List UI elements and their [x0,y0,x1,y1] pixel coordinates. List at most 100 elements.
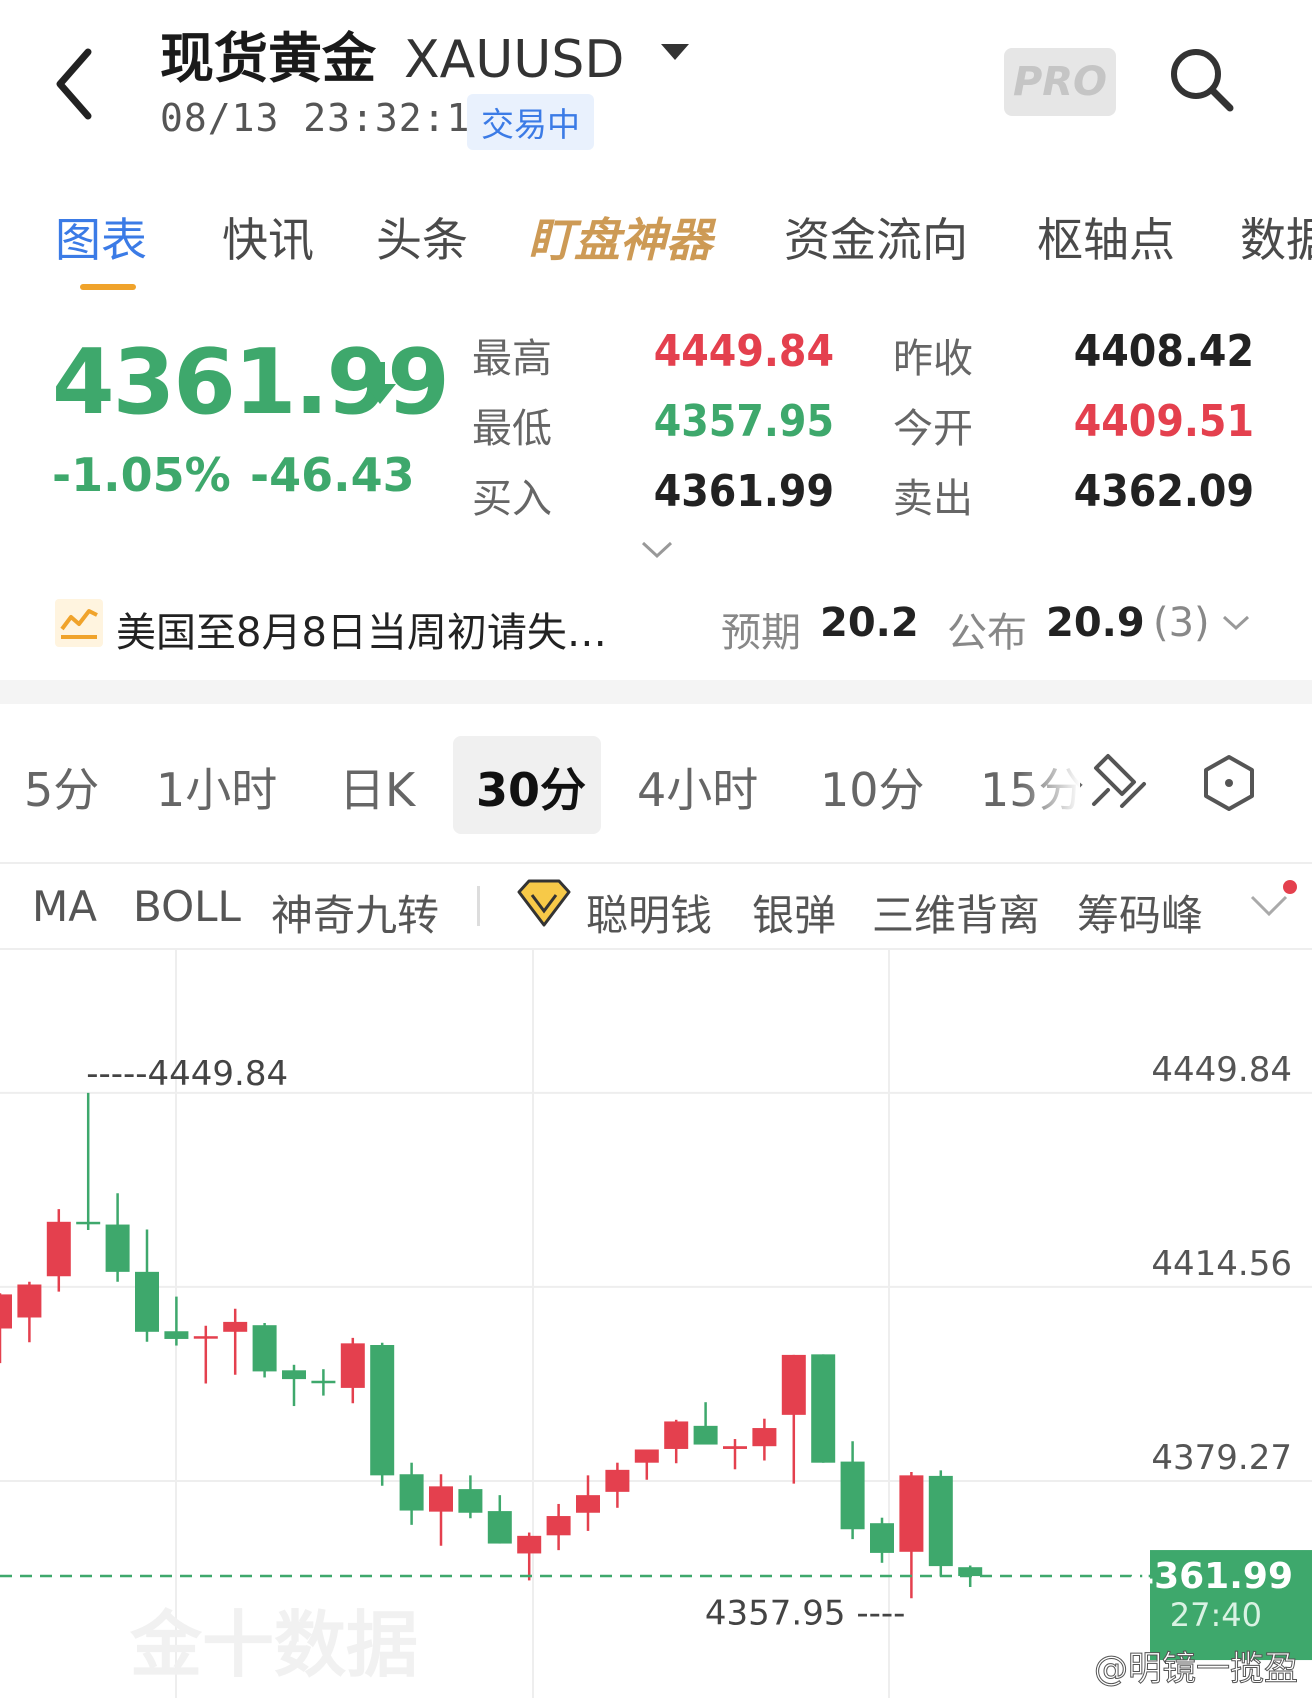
candle-body [458,1489,483,1513]
high-marker-label: -----4449.84 [86,1054,288,1094]
candle-body [76,1221,101,1225]
y-axis-tick-label: 4379.27 [1151,1438,1292,1478]
notification-dot [1283,880,1297,894]
period-10min[interactable]: 10分 [820,754,925,820]
candle-body [605,1469,630,1492]
actual-value: 20.9 [1046,600,1145,646]
low-label: 最低 [472,406,552,452]
candle-body [311,1380,336,1384]
instrument-symbol: XAUUSD [404,30,625,90]
event-count[interactable]: (3) [1153,600,1210,646]
candle-body [282,1370,306,1380]
candle-body [46,1221,71,1277]
period-daily[interactable]: 日K [339,754,415,820]
search-icon[interactable] [1166,44,1238,116]
prev-close-label: 昨收 [893,336,973,382]
candlestick-chart[interactable]: 金十数据 4449.84 4414.56 4379.27 -----4449.84 43… [0,950,1312,1698]
indicator-td-sequential[interactable]: 神奇九转 [271,882,439,943]
trading-status-badge: 交易中 [467,94,594,150]
expected-value: 20.2 [820,600,919,646]
tab-headlines[interactable]: 头条 [376,204,468,270]
ask-label: 卖出 [893,476,973,522]
y-axis-tick-label: 4449.84 [1151,1050,1292,1090]
candle-body [899,1475,924,1552]
candle-body [193,1336,218,1339]
low-value: 4357.95 [653,396,834,447]
indicators-expand-chevron-icon[interactable] [1249,894,1289,918]
price-down-arrow-icon [364,362,396,404]
candle-body [928,1475,953,1567]
chart-settings-icon[interactable] [1198,752,1260,814]
change-value: -46.43 [250,448,415,502]
candle-body [723,1446,747,1449]
candle-body [781,1354,806,1415]
y-axis-tick-label: 4414.56 [1151,1244,1292,1284]
period-4hour[interactable]: 4小时 [637,754,758,820]
expand-quote-chevron-icon[interactable] [640,540,674,560]
active-tab-underline [80,284,136,290]
indicator-silver-bullet[interactable]: 银弹 [752,882,836,943]
candle-body [517,1535,542,1554]
section-divider [0,680,1312,704]
tab-watch-tool[interactable]: 盯盘神器 [528,204,712,270]
candle-body [135,1271,159,1332]
indicator-ma[interactable]: MA [32,882,97,931]
indicator-boll[interactable]: BOLL [133,882,241,931]
open-label: 今开 [893,406,973,452]
open-value: 4409.51 [1073,396,1254,447]
back-arrow-icon[interactable] [48,44,108,124]
candle-body [693,1425,718,1445]
high-label: 最高 [472,336,552,382]
indicator-separator [477,886,480,926]
instrument-name: 现货黄金 [160,27,376,90]
candle-body [252,1325,277,1372]
indicator-smart-money[interactable]: 聪明钱 [586,882,712,943]
candle-body [634,1449,659,1463]
candle-body [664,1421,689,1449]
low-marker-label: 4357.95 ---- [705,1593,905,1633]
high-value: 4449.84 [653,326,834,377]
pro-button[interactable]: PRO [1004,48,1116,116]
quote-time: 08/13 23:32:19 [160,96,495,140]
candle-body [429,1486,453,1512]
overlay-credit: @明镜一揽盈 [1094,1649,1298,1689]
candle-body [223,1321,248,1332]
actual-label: 公布 [947,610,1027,656]
period-5min[interactable]: 5分 [24,754,99,820]
period-scroll-fade [1020,728,1080,838]
candle-body [105,1224,130,1272]
candle-body [958,1567,983,1577]
economic-event-icon [55,599,103,647]
candle-body [164,1331,189,1339]
period-30min[interactable]: 30分 [476,754,586,820]
event-title[interactable]: 美国至8月8日当周初请失… [116,600,607,658]
expected-label: 预期 [721,610,801,656]
bid-value: 4361.99 [653,466,834,517]
candle-body [546,1516,571,1536]
candles [0,1092,983,1599]
candle-body [811,1354,836,1463]
candle-body [576,1495,600,1513]
candle-body [399,1474,424,1511]
candle-body [370,1345,395,1476]
tab-chart[interactable]: 图表 [55,204,147,270]
tab-flash-news[interactable]: 快讯 [222,204,314,270]
change-percent: -1.05% [52,448,231,502]
candle-body [870,1523,894,1553]
tab-data[interactable]: 数据 [1240,204,1312,270]
tab-fund-flow[interactable]: 资金流向 [784,204,968,270]
instrument-title[interactable]: 现货黄金 XAUUSD [160,14,624,93]
ask-value: 4362.09 [1073,466,1254,517]
symbol-dropdown-icon[interactable] [661,44,689,60]
diamond-icon [517,879,571,927]
watermark: 金十数据 [129,1603,418,1687]
drawing-tool-icon[interactable] [1086,750,1148,812]
indicator-3d-divergence[interactable]: 三维背离 [872,882,1040,943]
indicator-chip-peak[interactable]: 筹码峰 [1077,882,1203,943]
bid-label: 买入 [472,476,552,522]
watermark-text: 金十数据 [129,1603,418,1687]
period-1hour[interactable]: 1小时 [156,754,277,820]
event-expand-chevron-icon[interactable] [1221,614,1251,632]
candle-body [840,1461,865,1530]
tab-pivot-points[interactable]: 枢轴点 [1037,204,1175,270]
